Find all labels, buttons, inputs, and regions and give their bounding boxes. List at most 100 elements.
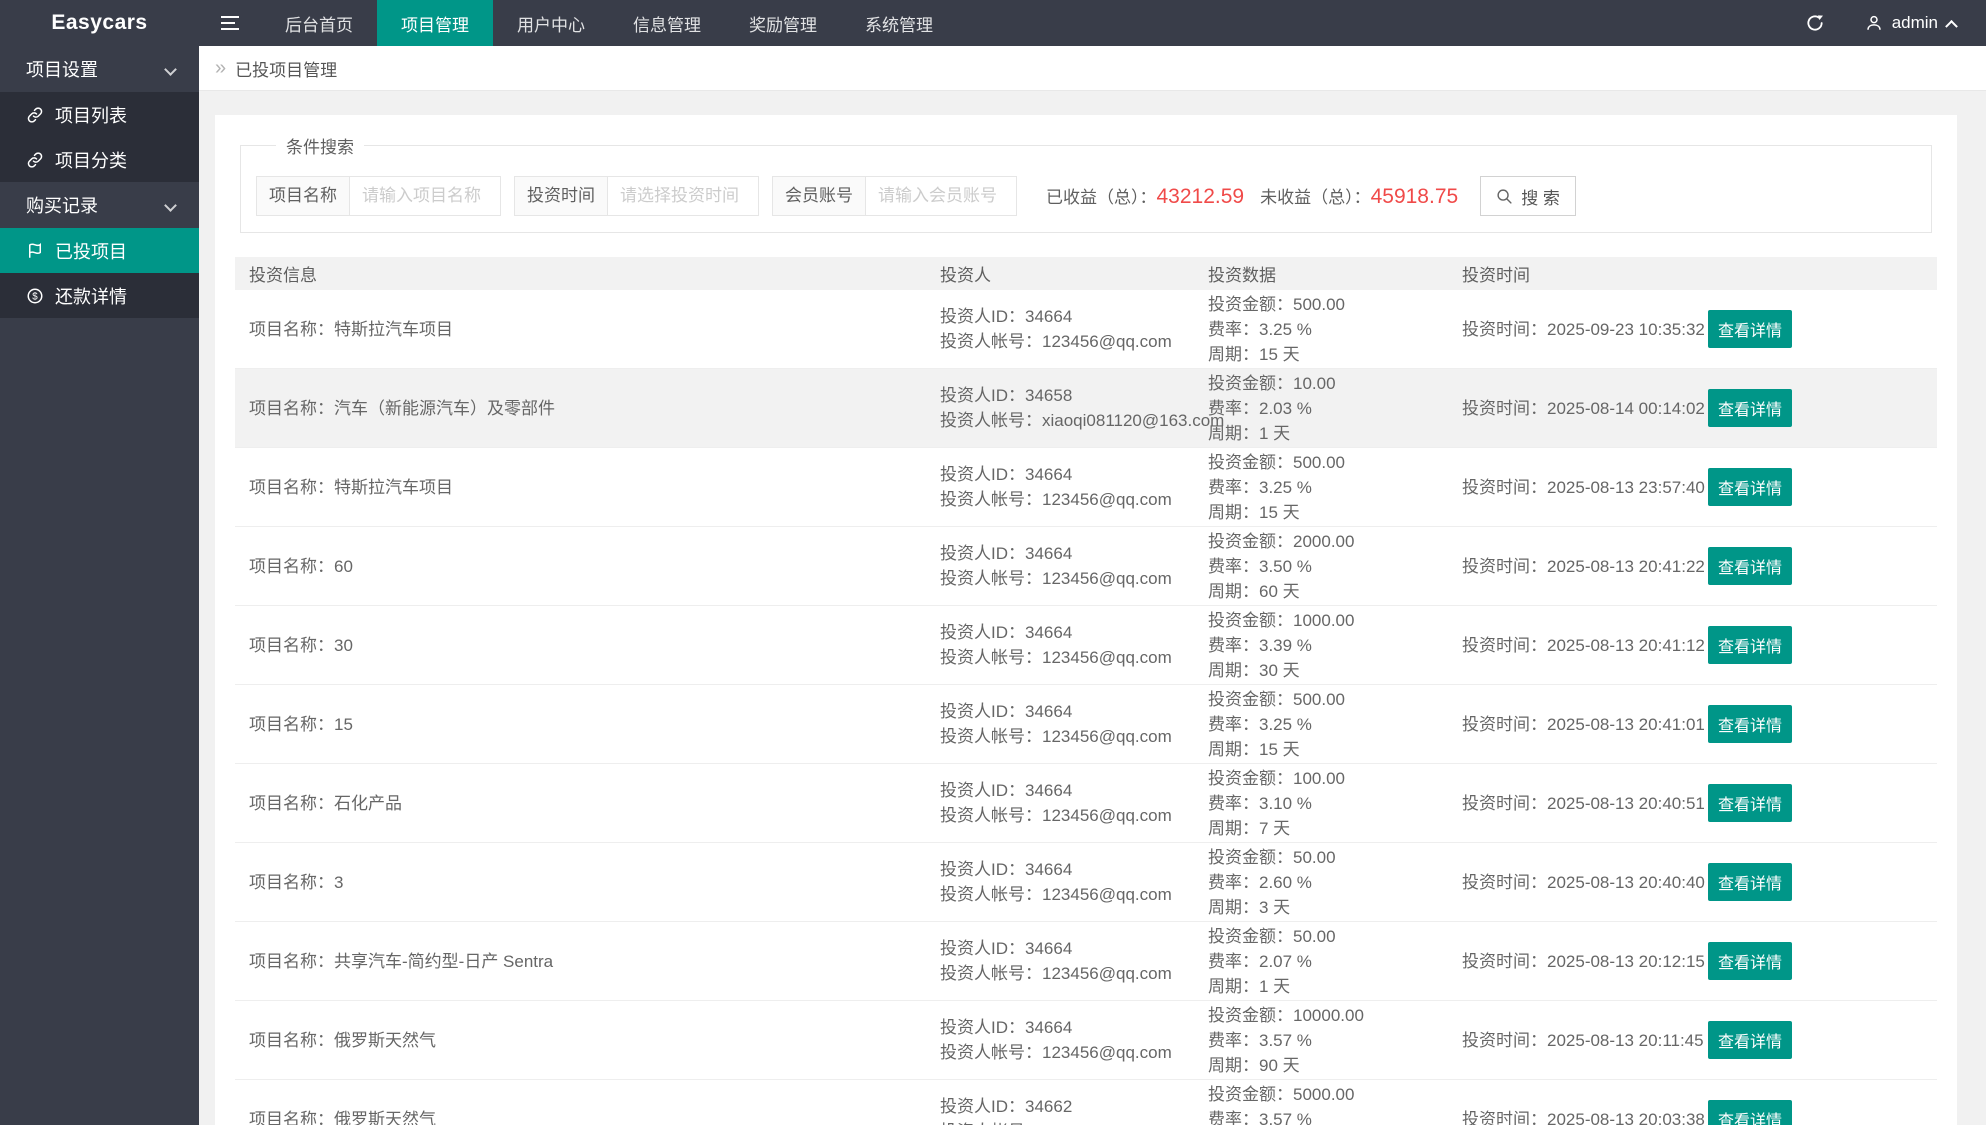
- sidebar-item-project-category[interactable]: 项目分类: [0, 137, 199, 182]
- search-button[interactable]: 搜 索: [1480, 176, 1576, 216]
- nav-item-info-management[interactable]: 信息管理: [609, 0, 725, 46]
- view-detail-button[interactable]: 查看详情: [1708, 942, 1792, 980]
- investor-cell: 投资人ID：34664 投资人帐号：123456@qq.com: [926, 778, 1194, 828]
- user-menu[interactable]: admin: [1865, 13, 1956, 33]
- member-account-input[interactable]: [865, 176, 1017, 216]
- refresh-icon[interactable]: [1805, 13, 1825, 33]
- invest-amount: 5000.00: [1293, 1085, 1354, 1104]
- project-name-input[interactable]: [349, 176, 501, 216]
- table-row: 项目名称：30 投资人ID：34664 投资人帐号：123456@qq.com …: [235, 606, 1937, 685]
- investor-cell: 投资人ID：34664 投资人帐号：123456@qq.com: [926, 857, 1194, 907]
- actions-cell: 查看详情: [1694, 626, 1937, 664]
- project-name: 特斯拉汽车项目: [334, 320, 453, 339]
- table-row: 项目名称：俄罗斯天然气 投资人ID：34664 投资人帐号：123456@qq.…: [235, 1001, 1937, 1080]
- nav-item-dashboard[interactable]: 后台首页: [261, 0, 377, 46]
- actions-cell: 查看详情: [1694, 389, 1937, 427]
- view-detail-button[interactable]: 查看详情: [1708, 547, 1792, 585]
- project-name-cell: 项目名称：俄罗斯天然气: [235, 1028, 926, 1053]
- sidebar-item-project-list[interactable]: 项目列表: [0, 92, 199, 137]
- project-name-cell: 项目名称：60: [235, 554, 926, 579]
- view-detail-button[interactable]: 查看详情: [1708, 705, 1792, 743]
- view-detail-button[interactable]: 查看详情: [1708, 468, 1792, 506]
- view-detail-button[interactable]: 查看详情: [1708, 1100, 1792, 1125]
- invest-cycle: 15 天: [1259, 345, 1300, 364]
- sidebar-group-label: 购买记录: [26, 192, 98, 218]
- invest-rate: 3.39 %: [1259, 636, 1312, 655]
- view-detail-button[interactable]: 查看详情: [1708, 389, 1792, 427]
- invest-time-cell: 投资时间：2025-08-14 00:14:02: [1448, 396, 1694, 421]
- invest-time-cell: 投资时间：2025-08-13 20:41:01: [1448, 712, 1694, 737]
- invest-time-cell: 投资时间：2025-08-13 23:57:40: [1448, 475, 1694, 500]
- invest-time: 2025-08-13 20:03:38: [1547, 1110, 1705, 1125]
- investor-id: 34664: [1025, 307, 1072, 326]
- actions-cell: 查看详情: [1694, 705, 1937, 743]
- invest-time-cell: 投资时间：2025-08-13 20:12:15: [1448, 949, 1694, 974]
- sidebar-item-repayment-details[interactable]: $ 还款详情: [0, 273, 199, 318]
- invest-time: 2025-08-13 20:40:51: [1547, 794, 1705, 813]
- nav-item-reward-management[interactable]: 奖励管理: [725, 0, 841, 46]
- project-name: 特斯拉汽车项目: [334, 478, 453, 497]
- table-row: 项目名称：俄罗斯天然气 投资人ID：34662 投资人帐号：y0mhaw119@…: [235, 1080, 1937, 1125]
- table-row: 项目名称：特斯拉汽车项目 投资人ID：34664 投资人帐号：123456@qq…: [235, 448, 1937, 527]
- nav-item-user-center[interactable]: 用户中心: [493, 0, 609, 46]
- investor-id: 34664: [1025, 623, 1072, 642]
- search-group-invest-time: 投资时间: [514, 176, 759, 216]
- project-name-cell: 项目名称：特斯拉汽车项目: [235, 317, 926, 342]
- view-detail-button[interactable]: 查看详情: [1708, 1021, 1792, 1059]
- project-name-cell: 项目名称：共享汽车-简约型-日产 Sentra: [235, 949, 926, 974]
- sidebar-item-label: 还款详情: [55, 283, 127, 309]
- received-profit-value: 43212.59: [1157, 185, 1245, 209]
- invest-data-cell: 投资金额：100.00 费率：3.10 % 周期：7 天: [1194, 766, 1448, 841]
- actions-cell: 查看详情: [1694, 1021, 1937, 1059]
- project-name: 30: [334, 636, 353, 655]
- invest-cycle: 3 天: [1259, 898, 1290, 917]
- invest-time-cell: 投资时间：2025-08-13 20:41:12: [1448, 633, 1694, 658]
- investor-id: 34664: [1025, 781, 1072, 800]
- project-name: 俄罗斯天然气: [334, 1031, 436, 1050]
- invest-amount: 50.00: [1293, 848, 1336, 867]
- investor-cell: 投资人ID：34664 投资人帐号：123456@qq.com: [926, 1015, 1194, 1065]
- chevron-down-icon: [164, 199, 177, 212]
- invest-data-cell: 投资金额：500.00 费率：3.25 % 周期：15 天: [1194, 687, 1448, 762]
- invest-rate: 2.60 %: [1259, 873, 1312, 892]
- invested-projects-table: 投资信息 投资人 投资数据 投资时间 项目名称：特斯拉汽车项目 投资人ID：34…: [235, 257, 1937, 1125]
- search-group-project-name: 项目名称: [256, 176, 501, 216]
- invest-time: 2025-08-13 20:11:45: [1547, 1031, 1704, 1050]
- view-detail-button[interactable]: 查看详情: [1708, 310, 1792, 348]
- invest-time-input[interactable]: [607, 176, 759, 216]
- user-icon: [1865, 14, 1883, 32]
- table-row: 项目名称：共享汽车-简约型-日产 Sentra 投资人ID：34664 投资人帐…: [235, 922, 1937, 1001]
- brand-logo: Easycars: [0, 0, 199, 46]
- actions-cell: 查看详情: [1694, 863, 1937, 901]
- invest-time: 2025-08-13 20:12:15: [1547, 952, 1705, 971]
- nav-item-system-management[interactable]: 系统管理: [841, 0, 957, 46]
- sidebar-group-purchase-records[interactable]: 购买记录: [0, 182, 199, 228]
- invest-data-cell: 投资金额：5000.00 费率：3.57 % 周期：90 天: [1194, 1082, 1448, 1125]
- investor-id: 34664: [1025, 1018, 1072, 1037]
- invest-time: 2025-09-23 10:35:32: [1547, 320, 1705, 339]
- invest-data-cell: 投资金额：1000.00 费率：3.39 % 周期：30 天: [1194, 608, 1448, 683]
- breadcrumb: » 已投项目管理: [199, 46, 1986, 91]
- view-detail-button[interactable]: 查看详情: [1708, 863, 1792, 901]
- flag-icon: [26, 242, 44, 260]
- sidebar-group-project-settings[interactable]: 项目设置: [0, 46, 199, 92]
- view-detail-button[interactable]: 查看详情: [1708, 626, 1792, 664]
- project-name: 石化产品: [334, 794, 402, 813]
- actions-cell: 查看详情: [1694, 468, 1937, 506]
- investor-cell: 投资人ID：34664 投资人帐号：123456@qq.com: [926, 462, 1194, 512]
- invest-amount: 10.00: [1293, 374, 1336, 393]
- investor-cell: 投资人ID：34664 投资人帐号：123456@qq.com: [926, 304, 1194, 354]
- table-row: 项目名称：特斯拉汽车项目 投资人ID：34664 投资人帐号：123456@qq…: [235, 290, 1937, 369]
- view-detail-button[interactable]: 查看详情: [1708, 784, 1792, 822]
- sidebar-item-invested-projects[interactable]: 已投项目: [0, 228, 199, 273]
- investor-account: 123456@qq.com: [1042, 490, 1172, 509]
- header-invest-info: 投资信息: [235, 261, 926, 286]
- investor-account: 123456@qq.com: [1042, 885, 1172, 904]
- search-icon: [1496, 188, 1513, 205]
- invest-data-cell: 投资金额：50.00 费率：2.07 % 周期：1 天: [1194, 924, 1448, 999]
- hamburger-menu-icon[interactable]: [199, 0, 261, 46]
- nav-item-project-management[interactable]: 项目管理: [377, 0, 493, 46]
- sidebar: 项目设置 项目列表 项目分类 购买记录 已投项目: [0, 46, 199, 1125]
- investor-id: 34658: [1025, 386, 1072, 405]
- top-navigation: 后台首页 项目管理 用户中心 信息管理 奖励管理 系统管理: [261, 0, 957, 46]
